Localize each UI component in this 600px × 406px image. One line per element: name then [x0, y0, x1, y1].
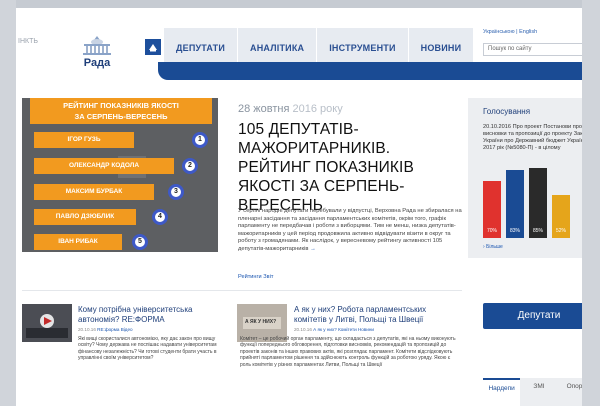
- tag-report[interactable]: Звіт: [263, 274, 273, 280]
- voting-bar-label-2: 83%: [509, 228, 520, 234]
- tab-deputies[interactable]: Нардепи: [483, 378, 521, 406]
- article-tags: Рейтинги Звіт: [238, 274, 273, 280]
- nav-band: [158, 62, 582, 80]
- article-date-day: 28 жовтня: [238, 103, 290, 115]
- language-switch: Українською | English: [483, 29, 538, 35]
- voting-bar-2: 83%: [506, 169, 524, 238]
- left-backdrop: [0, 0, 16, 406]
- bottom-article-2-title[interactable]: А як у них? Робота парламентських коміте…: [294, 305, 454, 325]
- lang-english[interactable]: English: [519, 29, 537, 35]
- voting-bar-4: 52%: [552, 195, 570, 238]
- tab-media[interactable]: ЗМІ: [520, 378, 557, 406]
- article-date: 28 жовтня 2016 року: [238, 103, 343, 115]
- rating-rank-5: 5: [132, 234, 148, 250]
- bottom-article-1-tag-reforma[interactable]: RE:форма: [97, 327, 119, 332]
- main-nav: ДЕПУТАТИ АНАЛІТИКА ІНСТРУМЕНТИ НОВИНИ: [164, 28, 475, 62]
- rating-bar-1: ІГОР ГУЗЬ: [34, 132, 134, 148]
- rating-rank-1: 1: [192, 132, 208, 148]
- nav-analytics[interactable]: АНАЛІТИКА: [238, 28, 318, 62]
- rating-rank-4: 4: [152, 209, 168, 225]
- bottom-article-1-tag-video[interactable]: Відео: [121, 327, 133, 332]
- read-more-link[interactable]: →: [310, 246, 316, 252]
- divider: [22, 290, 462, 291]
- video-play-icon: [22, 304, 72, 342]
- nav-news[interactable]: НОВИНИ: [409, 28, 475, 62]
- bottom-article-2-date: 20.10.16: [294, 327, 312, 332]
- bottom-article-1-text: Які вищі скористалися автономією, яку да…: [78, 336, 217, 362]
- article-lead: У серпні народні депутати перебували у в…: [238, 208, 466, 254]
- bottom-article-2-text: Комітет – це робочий орган парламенту, щ…: [240, 336, 456, 368]
- chevron-right-icon: ›: [483, 244, 485, 250]
- voting-text[interactable]: 20.10.2016 Про проект Постанови про висн…: [483, 124, 582, 152]
- article-lead-text: У серпні народні депутати перебували у в…: [238, 208, 462, 252]
- search-input[interactable]: Пошук по сайту: [483, 43, 582, 56]
- rating-graphic[interactable]: РЕЙТИНГ ПОКАЗНИКІВ ЯКОСТІ ЗА СЕРПЕНЬ-ВЕР…: [22, 98, 218, 252]
- article-date-year: 2016 року: [292, 103, 343, 115]
- thumb-label: А ЯК У НИХ?: [245, 319, 277, 325]
- rating-bar-5: ІВАН РИБАК: [34, 234, 122, 250]
- voting-more-link[interactable]: › Більше: [483, 244, 503, 250]
- video-thumbnail[interactable]: [22, 304, 72, 342]
- voting-bar-1: 70%: [483, 180, 501, 238]
- logo-text: Рада: [83, 57, 111, 69]
- rating-bar-4: ПАВЛО ДЗЮБЛИК: [34, 209, 136, 225]
- parliament-building-icon: [83, 36, 111, 55]
- previous-slide-tag: ІНКТЬ: [18, 38, 38, 45]
- rating-bar-3: МАКСИМ БУРБАК: [34, 184, 154, 200]
- bottom-article-2-tag-how[interactable]: А як у них?: [313, 327, 337, 332]
- nav-deputies[interactable]: ДЕПУТАТИ: [164, 28, 239, 62]
- lang-ukrainian[interactable]: Українською: [483, 29, 515, 35]
- voting-bar-label-4: 52%: [555, 228, 566, 234]
- rating-rank-2: 2: [182, 158, 198, 174]
- rating-graphic-title: РЕЙТИНГ ПОКАЗНИКІВ ЯКОСТІ ЗА СЕРПЕНЬ-ВЕР…: [30, 98, 212, 124]
- home-button[interactable]: [145, 39, 161, 55]
- page: Рада ДЕПУТАТИ АНАЛІТИКА ІНСТРУМЕНТИ НОВИ…: [16, 8, 582, 406]
- bottom-article-2-meta: 20.10.16 А як у них? Комітети Новини: [294, 327, 374, 332]
- tag-ratings[interactable]: Рейтинги: [238, 274, 262, 280]
- voting-title: Голосування: [483, 107, 531, 116]
- bottom-article-1-meta: 20.10.16 RE:форма Відео: [78, 327, 133, 332]
- voting-bar-3: 85%: [529, 168, 547, 238]
- home-icon: [149, 44, 157, 52]
- rating-title-line1: РЕЙТИНГ ПОКАЗНИКІВ ЯКОСТІ: [63, 101, 179, 110]
- bottom-article-1-date: 20.10.16: [78, 327, 96, 332]
- tab-opora[interactable]: Опора: [558, 378, 582, 406]
- voting-date: 20.10.2016: [483, 124, 511, 130]
- bottom-article-2-tag-news[interactable]: Новини: [358, 327, 374, 332]
- right-backdrop: [582, 0, 600, 406]
- site-logo[interactable]: Рада: [68, 35, 126, 69]
- voting-bar-label-3: 85%: [532, 228, 543, 234]
- rating-bar-2: ОЛЕКСАНДР КОДОЛА: [34, 158, 174, 174]
- bottom-article-1-title[interactable]: Кому потрібна університетська автономія?…: [78, 305, 228, 325]
- rating-title-line2: ЗА СЕРПЕНЬ-ВЕРЕСЕНЬ: [74, 112, 168, 121]
- voting-more-label: Більше: [486, 244, 503, 250]
- nav-tools[interactable]: ІНСТРУМЕНТИ: [317, 28, 409, 62]
- bottom-article-2-tag-committees[interactable]: Комітети: [338, 327, 357, 332]
- rating-rank-3: 3: [168, 184, 184, 200]
- feed-tabs: Нардепи ЗМІ Опора: [483, 378, 582, 406]
- voting-bars: 70% 83% 85% 52%: [483, 156, 582, 238]
- article-headline[interactable]: 105 ДЕПУТАТІВ-МАЖОРИТАРНИКІВ. РЕЙТИНГ ПО…: [238, 120, 464, 215]
- voting-bar-label-1: 70%: [486, 228, 497, 234]
- deputies-button[interactable]: Депутати: [483, 303, 582, 329]
